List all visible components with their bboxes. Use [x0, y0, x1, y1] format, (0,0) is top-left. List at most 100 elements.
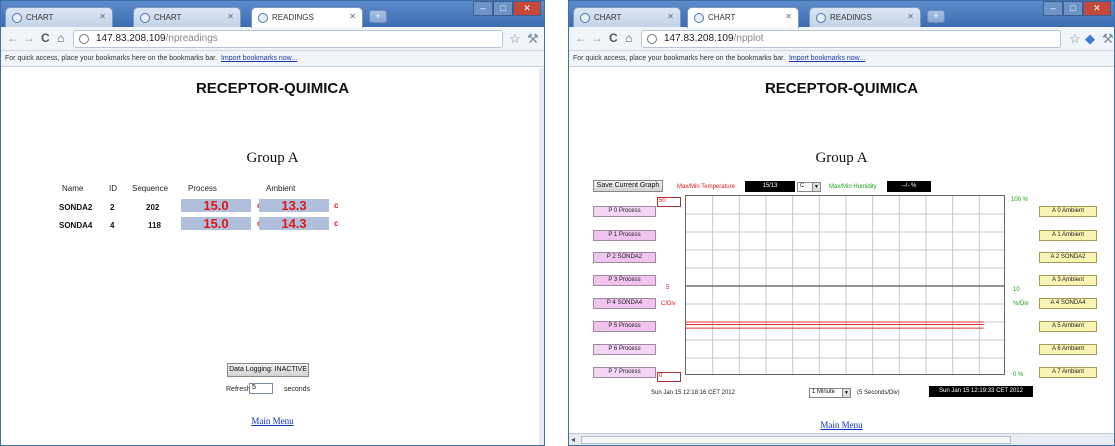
back-icon[interactable]: ← — [575, 31, 587, 45]
humidity-value: --/- % — [887, 181, 931, 192]
address-bar[interactable]: 147.83.208.109/npplot — [641, 30, 1061, 48]
star-icon[interactable]: ☆ — [509, 31, 521, 47]
wrench-icon[interactable]: ⚒ — [527, 31, 539, 47]
forward-icon[interactable]: → — [23, 31, 35, 45]
process-button[interactable]: P 3 Process — [593, 275, 656, 286]
header-process: Process — [188, 184, 217, 193]
tab-chart-1[interactable]: CHART ✕ — [5, 7, 113, 27]
tab-chart-2[interactable]: CHART ✕ — [687, 7, 799, 28]
reload-icon[interactable]: C — [609, 31, 618, 45]
page-content: RECEPTOR-QUIMICA Group A Save Current Gr… — [569, 68, 1114, 445]
home-icon[interactable]: ⌂ — [625, 31, 632, 45]
main-menu-link[interactable]: Main Menu — [569, 420, 1114, 430]
ambient-button[interactable]: A 5 Ambient — [1039, 321, 1097, 332]
process-button[interactable]: P 1 Process — [593, 230, 656, 241]
vertical-scrollbar[interactable] — [539, 68, 544, 445]
scroll-left-icon[interactable]: ◂ — [571, 435, 575, 444]
minimize-icon[interactable]: – — [1043, 1, 1063, 16]
reload-icon[interactable]: C — [41, 31, 50, 45]
minimize-icon[interactable]: – — [473, 1, 493, 16]
process-button[interactable]: P 0 Process — [593, 206, 656, 217]
process-button[interactable]: P 6 Process — [593, 344, 656, 355]
bookmarks-bar: For quick access, place your bookmarks h… — [569, 51, 1114, 67]
ambient-button[interactable]: A 6 Ambient — [1039, 344, 1097, 355]
tab-readings[interactable]: READINGS ✕ — [809, 7, 921, 27]
interval-note: (5 Seconds/Div) — [857, 390, 900, 396]
refresh-input[interactable]: 5 — [249, 383, 273, 394]
left-axis-unit: C/Div — [661, 301, 676, 307]
sensor-sequence: 118 — [148, 221, 161, 230]
header-ambient: Ambient — [266, 184, 296, 193]
temperature-unit-select[interactable]: C ▼ — [797, 182, 821, 192]
right-axis-max: 100 % — [1011, 197, 1029, 203]
tab-strip: CHART ✕ CHART ✕ READINGS ✕ + – □ ✕ — [1, 1, 544, 28]
close-tab-icon[interactable]: ✕ — [785, 12, 792, 21]
process-button[interactable]: P 5 Process — [593, 321, 656, 332]
maximize-icon[interactable]: □ — [493, 1, 513, 16]
horizontal-scrollbar[interactable]: ◂ — [569, 433, 1114, 445]
import-bookmarks-link[interactable]: Import bookmarks now... — [789, 55, 865, 62]
sensor-name: SONDA4 — [59, 221, 93, 230]
right-axis-mid: 10 — [1013, 287, 1020, 293]
wrench-icon[interactable]: ⚒ — [1102, 31, 1114, 47]
tab-chart-1[interactable]: CHART ✕ — [573, 7, 681, 27]
process-button[interactable]: P 7 Process — [593, 367, 656, 378]
group-title: Group A — [815, 150, 868, 166]
import-bookmarks-link[interactable]: Import bookmarks now... — [221, 55, 297, 62]
left-axis-min-input[interactable]: 0 — [657, 372, 681, 382]
ambient-unit: c — [334, 219, 339, 228]
start-time: Sun Jan 15 12:18:16 CET 2012 — [651, 390, 735, 396]
page-title: RECEPTOR-QUIMICA — [195, 80, 350, 97]
header-name: Name — [62, 184, 84, 193]
refresh-unit: seconds — [284, 386, 311, 393]
close-window-icon[interactable]: ✕ — [513, 1, 541, 16]
close-window-icon[interactable]: ✕ — [1083, 1, 1111, 16]
main-menu-link[interactable]: Main Menu — [1, 416, 544, 426]
star-icon[interactable]: ☆ — [1069, 31, 1081, 47]
forward-icon[interactable]: → — [591, 31, 603, 45]
ambient-button[interactable]: A 0 Ambient — [1039, 206, 1097, 217]
left-axis-max-input[interactable]: 50 — [657, 197, 681, 207]
page-title: RECEPTOR-QUIMICA — [764, 80, 919, 97]
process-button[interactable]: P 4 SONDA4 — [593, 298, 656, 309]
home-icon[interactable]: ⌂ — [57, 31, 64, 45]
ambient-button[interactable]: A 4 SONDA4 — [1039, 298, 1097, 309]
right-axis-unit: %/Div — [1013, 301, 1029, 307]
maximize-icon[interactable]: □ — [1063, 1, 1083, 16]
process-button[interactable]: P 2 SONDA2 — [593, 252, 656, 263]
interval-select[interactable]: 1 Minute ▼ — [809, 388, 851, 398]
chart — [685, 195, 1005, 375]
new-tab-button[interactable]: + — [927, 10, 945, 23]
tab-strip: CHART ✕ CHART ✕ READINGS ✕ + – □ ✕ — [569, 1, 1114, 28]
globe-icon — [258, 13, 268, 23]
sensor-sequence: 202 — [146, 203, 160, 212]
ambient-value: 13.3 — [259, 199, 329, 212]
close-tab-icon[interactable]: ✕ — [907, 12, 914, 21]
end-time: Sun Jan 15 12:19:33 CET 2012 — [929, 386, 1033, 397]
process-value: 15.0 — [181, 199, 251, 212]
ambient-button[interactable]: A 3 Ambient — [1039, 275, 1097, 286]
save-graph-button[interactable]: Save Current Graph — [593, 180, 663, 192]
tab-chart-2[interactable]: CHART ✕ — [133, 7, 241, 27]
close-tab-icon[interactable]: ✕ — [349, 12, 356, 21]
close-tab-icon[interactable]: ✕ — [99, 12, 106, 21]
ambient-button[interactable]: A 1 Ambient — [1039, 230, 1097, 241]
close-tab-icon[interactable]: ✕ — [227, 12, 234, 21]
window-controls: – □ ✕ — [1043, 1, 1111, 16]
globe-icon — [580, 13, 590, 23]
right-axis-min: 0 % — [1013, 372, 1024, 378]
globe-icon — [140, 13, 150, 23]
close-tab-icon[interactable]: ✕ — [667, 12, 674, 21]
extension-icon[interactable]: ◆ — [1085, 31, 1095, 47]
ambient-button[interactable]: A 2 SONDA2 — [1039, 252, 1097, 263]
page-globe-icon — [79, 34, 89, 44]
ambient-button[interactable]: A 7 Ambient — [1039, 367, 1097, 378]
data-logging-button[interactable]: Data Logging: INACTIVE — [227, 363, 309, 377]
address-bar[interactable]: 147.83.208.109/npreadings — [73, 30, 503, 48]
scrollbar-thumb[interactable] — [581, 436, 1011, 444]
left-axis-mid: 5 — [666, 285, 670, 291]
new-tab-button[interactable]: + — [369, 10, 387, 23]
tab-readings[interactable]: READINGS ✕ — [251, 7, 363, 28]
back-icon[interactable]: ← — [7, 31, 19, 45]
temperature-label: Max/Min Temperature — [677, 184, 735, 190]
